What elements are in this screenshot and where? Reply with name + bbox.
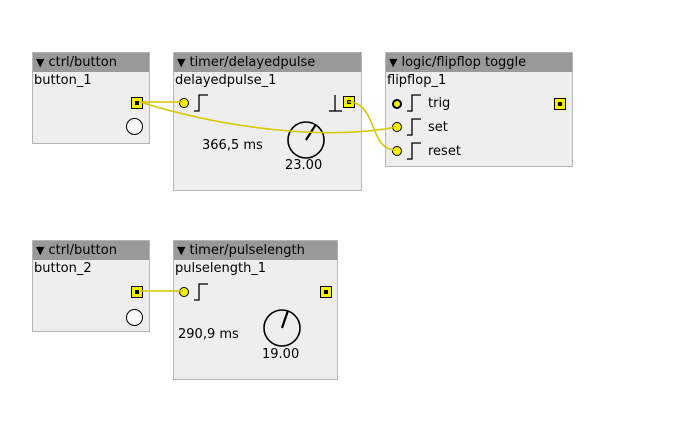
delayedpulse-outlet-icon[interactable] xyxy=(343,96,355,108)
rising-edge-icon xyxy=(407,118,421,136)
reset-inlet-icon[interactable] xyxy=(392,146,402,156)
rising-edge-icon xyxy=(194,94,208,112)
button-1-toggle[interactable] xyxy=(126,118,143,135)
object-type-label: logic/flipflop toggle xyxy=(401,55,527,70)
object-type-label: ctrl/button xyxy=(48,55,117,70)
button-1-outlet-icon[interactable] xyxy=(131,97,143,109)
delayedpulse-inlet-icon[interactable] xyxy=(179,98,189,108)
pulse-length-knob[interactable] xyxy=(260,306,304,350)
instance-name: delayedpulse_1 xyxy=(175,73,277,88)
inlet-label-set: set xyxy=(428,120,448,135)
button-2-outlet-icon[interactable] xyxy=(131,286,143,298)
collapse-triangle-icon[interactable]: ▼ xyxy=(177,244,185,257)
object-type-label: ctrl/button xyxy=(48,243,117,258)
inlet-label-trig: trig xyxy=(428,96,451,111)
inlet-label-reset: reset xyxy=(428,144,461,159)
object-type-label: timer/delayedpulse xyxy=(189,55,316,70)
instance-name: button_1 xyxy=(34,73,92,88)
button-1-object[interactable]: ▼ ctrl/button button_1 xyxy=(32,52,150,144)
instance-name: button_2 xyxy=(34,261,92,276)
delayedpulse-object[interactable]: ▼ timer/delayedpulse delayedpulse_1 366,5… xyxy=(173,52,362,191)
button-2-header[interactable]: ▼ ctrl/button xyxy=(33,241,149,260)
pulselength-header[interactable]: ▼ timer/pulselength xyxy=(174,241,337,260)
flipflop-header[interactable]: ▼ logic/flipflop toggle xyxy=(386,53,572,72)
delay-time-readout: 366,5 ms xyxy=(202,138,263,153)
instance-name: flipflop_1 xyxy=(387,73,447,88)
button-2-object[interactable]: ▼ ctrl/button button_2 xyxy=(32,240,150,332)
set-inlet-icon[interactable] xyxy=(392,122,402,132)
falling-edge-icon xyxy=(329,95,342,112)
rising-edge-icon xyxy=(407,94,421,112)
instance-name: pulselength_1 xyxy=(175,261,267,276)
collapse-triangle-icon[interactable]: ▼ xyxy=(177,56,185,69)
delayedpulse-header[interactable]: ▼ timer/delayedpulse xyxy=(174,53,361,72)
pulselength-inlet-icon[interactable] xyxy=(179,287,189,297)
delay-time-knob[interactable] xyxy=(284,118,328,162)
flipflop-outlet-icon[interactable] xyxy=(554,98,566,110)
pulselength-outlet-icon[interactable] xyxy=(320,286,332,298)
button-2-toggle[interactable] xyxy=(126,309,143,326)
rising-edge-icon xyxy=(194,283,208,301)
flipflop-object[interactable]: ▼ logic/flipflop toggle flipflop_1 trig s… xyxy=(385,52,573,167)
collapse-triangle-icon[interactable]: ▼ xyxy=(389,56,397,69)
rising-edge-icon xyxy=(407,142,421,160)
collapse-triangle-icon[interactable]: ▼ xyxy=(36,244,44,257)
pulse-length-readout: 290,9 ms xyxy=(178,327,239,342)
trig-inlet-icon[interactable] xyxy=(392,99,402,109)
knob-value: 23.00 xyxy=(285,158,323,173)
object-type-label: timer/pulselength xyxy=(189,243,305,258)
button-1-header[interactable]: ▼ ctrl/button xyxy=(33,53,149,72)
pulselength-object[interactable]: ▼ timer/pulselength pulselength_1 290,9 m… xyxy=(173,240,338,380)
knob-value: 19.00 xyxy=(262,347,300,362)
collapse-triangle-icon[interactable]: ▼ xyxy=(36,56,44,69)
